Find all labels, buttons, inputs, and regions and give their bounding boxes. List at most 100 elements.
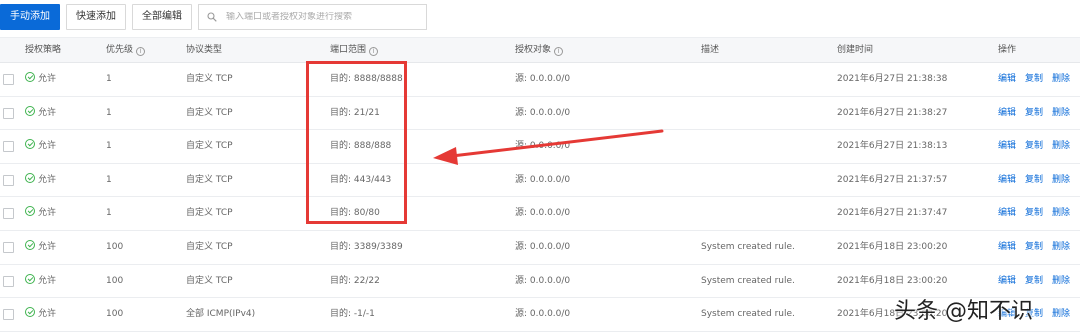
table-row: 允许 1 自定义 TCP 目的: 80/80 源: 0.0.0.0/0 2021… [0,197,1080,231]
copy-link[interactable]: 复制 [1025,242,1043,252]
delete-link[interactable]: 删除 [1052,175,1070,185]
edit-link[interactable]: 编辑 [998,309,1016,319]
port-range-cell: 目的: 888/888 [330,141,392,152]
row-checkbox[interactable] [3,241,14,253]
search-icon [207,12,217,22]
created-at-cell: 2021年6月27日 21:38:13 [837,141,948,152]
priority-cell: 1 [106,107,112,118]
row-checkbox[interactable] [3,107,14,119]
info-icon[interactable]: i [554,47,564,56]
created-at-cell: 2021年6月27日 21:38:38 [837,74,948,84]
table-row: 允许 100 自定义 TCP 目的: 3389/3389 源: 0.0.0.0/… [0,231,1080,265]
copy-link[interactable]: 复制 [1025,276,1043,286]
edit-link[interactable]: 编辑 [998,276,1016,286]
manual-add-button[interactable]: 手动添加 [0,4,60,30]
delete-link[interactable]: 删除 [1052,276,1070,286]
copy-link[interactable]: 复制 [1025,208,1043,218]
copy-link[interactable]: 复制 [1025,74,1043,84]
col-priority: 优先级 i [106,38,146,64]
copy-link[interactable]: 复制 [1025,175,1043,185]
check-circle-icon [25,139,35,150]
created-at-cell: 2021年6月27日 21:37:57 [837,174,948,185]
auth-object-cell: 源: 0.0.0.0/0 [515,309,571,320]
auth-object-cell: 源: 0.0.0.0/0 [515,208,571,219]
created-at-cell: 2021年6月18日 23:00:20 [837,241,948,252]
delete-link[interactable]: 删除 [1052,74,1070,84]
actions-cell: 编辑 复制 删除 [998,265,1079,298]
edit-link[interactable]: 编辑 [998,242,1016,252]
port-range-cell: 目的: 21/21 [330,107,380,118]
check-circle-icon [25,72,35,82]
protocol-cell: 自定义 TCP [186,275,233,286]
edit-all-button[interactable]: 全部编辑 [132,4,192,30]
copy-link[interactable]: 复制 [1025,309,1043,319]
check-circle-icon [25,273,35,284]
delete-link[interactable]: 删除 [1052,108,1070,118]
policy-cell: 允许 [25,231,56,264]
created-at-cell: 2021年6月18日 23:00:20 [837,275,948,286]
edit-link[interactable]: 编辑 [998,74,1016,84]
security-rules-table: 授权策略 优先级 i 协议类型 端口范围 i 授权对象 i 描述 创建时间 操作 允许… [0,37,1080,332]
policy-cell: 允许 [25,164,56,197]
check-circle-icon [25,239,35,250]
port-range-cell: 目的: 8888/8888 [330,74,403,84]
info-icon[interactable]: i [369,47,379,56]
delete-link[interactable]: 删除 [1052,309,1070,319]
auth-object-cell: 源: 0.0.0.0/0 [515,174,571,185]
auth-object-cell: 源: 0.0.0.0/0 [515,107,571,118]
search-box[interactable] [198,4,427,30]
policy-cell: 允许 [25,197,56,230]
policy-cell: 允许 [25,130,56,163]
col-description: 描述 [701,45,720,55]
copy-link[interactable]: 复制 [1025,141,1043,151]
port-range-cell: 目的: 443/443 [330,174,392,185]
col-created-at: 创建时间 [837,45,874,55]
policy-cell: 允许 [25,265,56,298]
col-policy: 授权策略 [25,45,62,55]
actions-cell: 编辑 复制 删除 [998,97,1079,130]
row-checkbox[interactable] [3,74,14,85]
row-checkbox[interactable] [3,309,14,321]
edit-link[interactable]: 编辑 [998,108,1016,118]
delete-link[interactable]: 删除 [1052,242,1070,252]
edit-link[interactable]: 编辑 [998,208,1016,218]
copy-link[interactable]: 复制 [1025,108,1043,118]
delete-link[interactable]: 删除 [1052,141,1070,151]
created-at-cell: 2021年6月27日 21:37:47 [837,208,948,219]
table-row: 允许 1 自定义 TCP 目的: 21/21 源: 0.0.0.0/0 2021… [0,97,1080,131]
toolbar: 手动添加 快速添加 全部编辑 [0,4,1080,30]
col-auth-object: 授权对象 i [515,38,564,64]
info-icon[interactable]: i [136,47,146,56]
table-header: 授权策略 优先级 i 协议类型 端口范围 i 授权对象 i 描述 创建时间 操作 [0,37,1080,63]
protocol-cell: 自定义 TCP [186,74,233,84]
actions-cell: 编辑 复制 删除 [998,130,1079,163]
priority-cell: 100 [106,275,124,286]
search-input[interactable] [226,12,426,22]
table-row: 允许 1 自定义 TCP 目的: 443/443 源: 0.0.0.0/0 20… [0,164,1080,198]
edit-link[interactable]: 编辑 [998,141,1016,151]
check-circle-icon [25,307,35,318]
table-row: 允许 1 自定义 TCP 目的: 8888/8888 源: 0.0.0.0/0 … [0,63,1080,97]
row-checkbox[interactable] [3,174,14,186]
row-checkbox[interactable] [3,275,14,287]
col-port-range: 端口范围 i [330,38,379,64]
table-row: 允许 1 自定义 TCP 目的: 888/888 源: 0.0.0.0/0 20… [0,130,1080,164]
quick-add-button[interactable]: 快速添加 [66,4,126,30]
created-at-cell: 2021年6月27日 21:38:27 [837,107,948,118]
delete-link[interactable]: 删除 [1052,208,1070,218]
edit-link[interactable]: 编辑 [998,175,1016,185]
priority-cell: 1 [106,174,112,185]
auth-object-cell: 源: 0.0.0.0/0 [515,275,571,286]
policy-cell: 允许 [25,97,56,130]
table-row: 允许 100 自定义 TCP 目的: 22/22 源: 0.0.0.0/0 Sy… [0,265,1080,299]
description-cell: System created rule. [701,275,795,286]
auth-object-cell: 源: 0.0.0.0/0 [515,141,571,152]
row-checkbox[interactable] [3,208,14,220]
table-body: 允许 1 自定义 TCP 目的: 8888/8888 源: 0.0.0.0/0 … [0,63,1080,332]
priority-cell: 100 [106,241,124,252]
protocol-cell: 全部 ICMP(IPv4) [186,309,256,320]
check-circle-icon [25,105,35,116]
protocol-cell: 自定义 TCP [186,141,233,152]
row-checkbox[interactable] [3,141,14,153]
check-circle-icon [25,172,35,183]
